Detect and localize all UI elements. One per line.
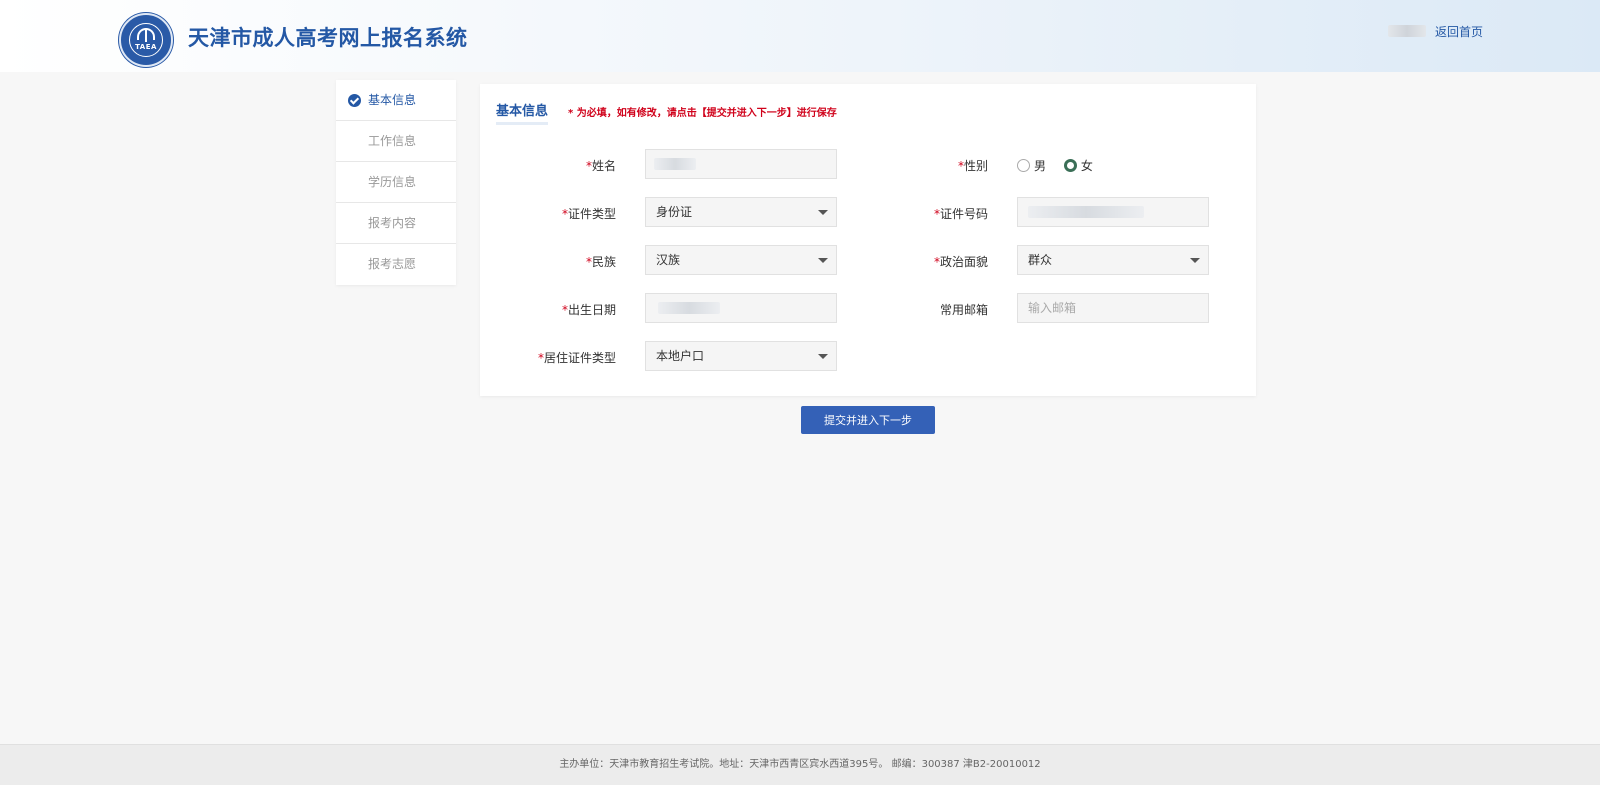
email-label: 常用邮箱 [939, 303, 988, 317]
required-note: * 为必填，如有修改，请点击【提交并进入下一步】进行保存 [568, 108, 837, 119]
radio-unchecked-icon[interactable] [1017, 159, 1030, 172]
sidebar-item-label: 报考志愿 [368, 257, 417, 271]
site-title: 天津市成人高考网上报名系统 [188, 26, 468, 50]
id-number-label: *证件号码 [933, 207, 988, 221]
id-number-redacted [1028, 206, 1144, 218]
step-sidebar: 基本信息 工作信息 学历信息 报考内容 报考志愿 [336, 80, 456, 285]
sidebar-item-label: 报考内容 [368, 216, 417, 230]
political-label: *政治面貌 [933, 255, 988, 269]
gender-label: *性别 [957, 159, 988, 173]
sidebar-item-basic-info[interactable]: 基本信息 [336, 80, 456, 121]
gender-option-female[interactable]: 女 [1063, 157, 1093, 174]
id-type-label: *证件类型 [561, 207, 616, 221]
gender-option-male[interactable]: 男 [1017, 157, 1046, 174]
caret-down-icon [818, 354, 828, 359]
gender-radio-group: 男 女 [1017, 157, 1107, 174]
sidebar-item-label: 工作信息 [368, 134, 417, 148]
email-field[interactable] [1017, 293, 1209, 323]
home-link[interactable]: 返回首页 [1435, 23, 1483, 40]
page-footer: 主办单位：天津市教育招生考试院。地址：天津市西青区宾水西道395号。 邮编：30… [0, 744, 1600, 785]
caret-down-icon [818, 258, 828, 263]
user-name-redacted [1388, 25, 1426, 37]
top-header: TAEA 天津市成人高考网上报名系统 返回首页 [0, 0, 1600, 72]
sidebar-item-work-info[interactable]: 工作信息 [336, 121, 456, 162]
birthdate-redacted [658, 302, 720, 314]
taea-logo-icon: TAEA [119, 13, 173, 67]
sidebar-item-exam-content[interactable]: 报考内容 [336, 203, 456, 244]
name-redacted [654, 158, 696, 170]
caret-down-icon [1190, 258, 1200, 263]
residence-type-label: *居住证件类型 [537, 351, 616, 365]
ethnicity-label: *民族 [585, 255, 616, 269]
sidebar-item-label: 基本信息 [368, 93, 417, 107]
basic-info-panel: 基本信息 * 为必填，如有修改，请点击【提交并进入下一步】进行保存 *姓名 *性… [480, 84, 1256, 396]
political-select[interactable]: 群众 [1017, 245, 1209, 275]
logo-text: TAEA [135, 43, 157, 51]
residence-type-select[interactable]: 本地户口 [645, 341, 837, 371]
birthdate-label: *出生日期 [561, 303, 616, 317]
sidebar-item-exam-choices[interactable]: 报考志愿 [336, 244, 456, 285]
name-label: *姓名 [585, 159, 616, 173]
caret-down-icon [818, 210, 828, 215]
sidebar-item-label: 学历信息 [368, 175, 417, 189]
radio-checked-icon[interactable] [1063, 159, 1077, 172]
id-type-select[interactable]: 身份证 [645, 197, 837, 227]
birthdate-field[interactable] [645, 293, 837, 323]
submit-next-button[interactable]: 提交并进入下一步 [801, 406, 935, 434]
ethnicity-select[interactable]: 汉族 [645, 245, 837, 275]
id-number-field[interactable] [1017, 197, 1209, 227]
name-field[interactable] [645, 149, 837, 179]
sidebar-item-education-info[interactable]: 学历信息 [336, 162, 456, 203]
panel-title: 基本信息 [496, 100, 549, 125]
check-circle-icon [348, 94, 361, 107]
